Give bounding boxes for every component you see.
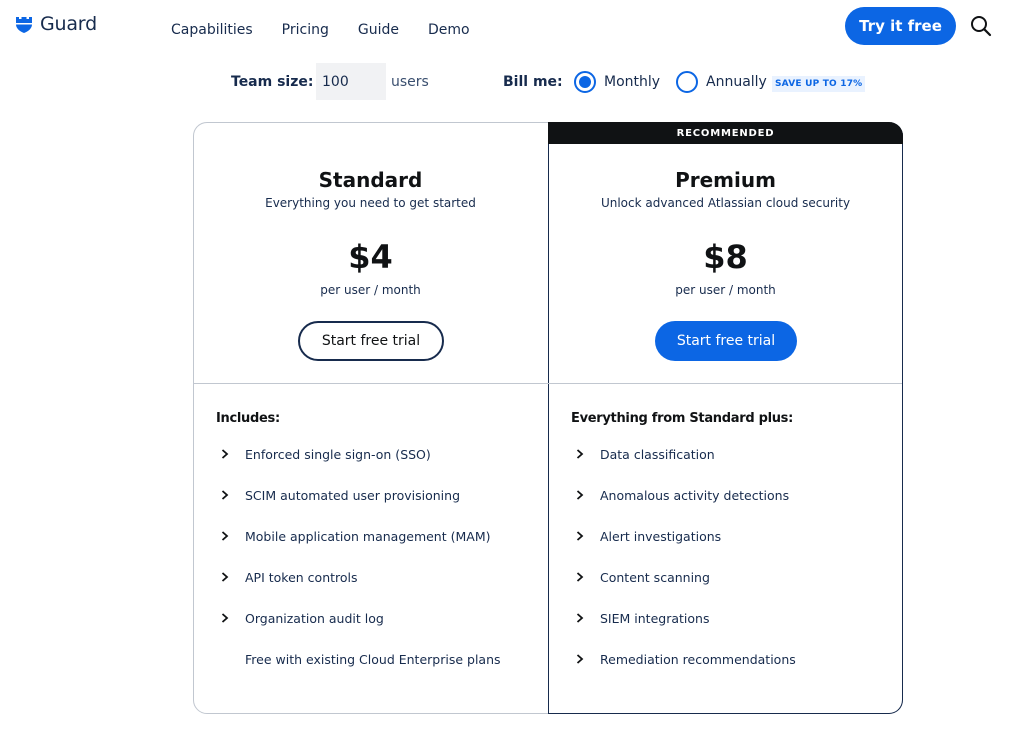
premium-start-trial-button[interactable]: Start free trial [655, 321, 797, 361]
feature-label: Alert investigations [600, 529, 722, 544]
search-icon[interactable] [970, 15, 992, 37]
standard-plan-note: Free with existing Cloud Enterprise plan… [245, 652, 501, 667]
premium-features-heading: Everything from Standard plus: [571, 411, 794, 426]
chevron-right-icon [576, 449, 584, 459]
feature-label: Organization audit log [245, 611, 384, 626]
brand-name: Guard [40, 13, 97, 35]
chevron-right-icon [221, 572, 229, 582]
premium-plan-description: Unlock advanced Atlassian cloud security [600, 196, 851, 210]
feature-label: SCIM automated user provisioning [245, 488, 461, 503]
chevron-right-icon [576, 654, 584, 664]
feature-item[interactable]: Organization audit log [221, 608, 501, 649]
feature-item[interactable]: Mobile application management (MAM) [221, 526, 501, 567]
feature-item[interactable]: Anomalous activity detections [576, 485, 796, 526]
standard-plan-price: $4 [348, 238, 393, 276]
feature-label: Mobile application management (MAM) [245, 529, 491, 544]
nav-guide[interactable]: Guide [358, 22, 399, 38]
premium-plan-price: $8 [703, 238, 748, 276]
try-it-free-button[interactable]: Try it free [845, 7, 956, 45]
team-size-input[interactable] [316, 63, 386, 100]
logo[interactable]: Guard [14, 13, 97, 35]
nav-demo[interactable]: Demo [428, 22, 470, 38]
feature-item[interactable]: Data classification [576, 444, 796, 485]
users-label: users [391, 74, 429, 90]
feature-item[interactable]: Content scanning [576, 567, 796, 608]
bill-me-label: Bill me: [503, 74, 563, 90]
site-header: Guard Capabilities Pricing Guide Demo Tr… [0, 0, 1024, 56]
feature-label: Remediation recommendations [600, 652, 796, 667]
feature-item[interactable]: Remediation recommendations [576, 649, 796, 690]
feature-item[interactable]: SIEM integrations [576, 608, 796, 649]
premium-feature-list: Data classification Anomalous activity d… [576, 444, 796, 690]
divider [194, 383, 902, 384]
nav-capabilities[interactable]: Capabilities [171, 22, 253, 38]
monthly-radio[interactable] [574, 71, 596, 93]
chevron-right-icon [576, 531, 584, 541]
recommended-banner: RECOMMENDED [548, 122, 903, 144]
feature-item[interactable]: Enforced single sign-on (SSO) [221, 444, 501, 485]
premium-plan-unit: per user / month [675, 283, 776, 297]
chevron-right-icon [576, 613, 584, 623]
feature-label: API token controls [245, 570, 358, 585]
annually-radio[interactable] [676, 71, 698, 93]
feature-label: SIEM integrations [600, 611, 710, 626]
standard-plan-name: Standard [318, 168, 423, 192]
standard-plan-description: Everything you need to get started [265, 196, 476, 210]
team-size-label: Team size: [231, 74, 314, 90]
monthly-label[interactable]: Monthly [604, 74, 660, 90]
chevron-right-icon [221, 531, 229, 541]
feature-label: Anomalous activity detections [600, 488, 790, 503]
chevron-right-icon [221, 490, 229, 500]
main-nav: Capabilities Pricing Guide Demo [171, 22, 499, 38]
feature-label: Enforced single sign-on (SSO) [245, 447, 431, 462]
chevron-right-icon [221, 613, 229, 623]
standard-start-trial-button[interactable]: Start free trial [298, 321, 444, 361]
feature-label: Data classification [600, 447, 715, 462]
chevron-right-icon [576, 572, 584, 582]
standard-feature-list: Enforced single sign-on (SSO) SCIM autom… [221, 444, 501, 690]
nav-pricing[interactable]: Pricing [282, 22, 329, 38]
feature-item[interactable]: Alert investigations [576, 526, 796, 567]
feature-label: Content scanning [600, 570, 710, 585]
premium-plan-name: Premium [675, 168, 776, 192]
chevron-right-icon [221, 449, 229, 459]
chevron-right-icon [576, 490, 584, 500]
guard-shield-icon [16, 17, 32, 33]
feature-item[interactable]: API token controls [221, 567, 501, 608]
standard-plan-unit: per user / month [320, 283, 421, 297]
save-badge: SAVE UP TO 17% [772, 76, 866, 92]
feature-item[interactable]: SCIM automated user provisioning [221, 485, 501, 526]
standard-features-heading: Includes: [216, 411, 280, 426]
annually-label[interactable]: Annually [706, 74, 767, 90]
